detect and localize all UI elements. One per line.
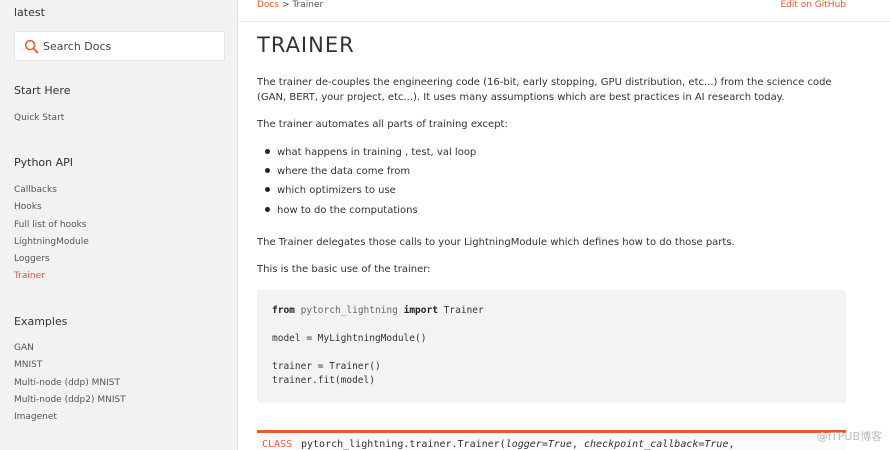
edit-on-github-link[interactable]: Edit on GitHub (780, 0, 846, 10)
divider (237, 21, 890, 22)
intro-paragraph: The trainer de-couples the engineering c… (257, 77, 832, 103)
sidebar-item-full-list-of-hooks[interactable]: Full list of hooks (14, 220, 86, 230)
code-line-fit: trainer.fit(model) (272, 375, 375, 386)
list-item: what happens in training , test, val loo… (265, 147, 476, 158)
basic-use-paragraph: This is the basic use of the trainer: (257, 264, 431, 275)
class-label: CLASS (262, 439, 293, 450)
sidebar-item-multi-node-ddp2-mnist[interactable]: Multi-node (ddp2) MNIST (14, 395, 126, 405)
list-item: which optimizers to use (265, 185, 396, 196)
page-title: TRAINER (257, 33, 355, 57)
breadcrumb-separator: > (281, 0, 290, 10)
sidebar-item-gan[interactable]: GAN (14, 343, 34, 353)
version-label[interactable]: latest (14, 6, 45, 19)
search-input[interactable]: Search Docs (43, 40, 111, 53)
section-examples: Examples (14, 315, 68, 328)
class-signature: CLASS pytorch_lightning.trainer.Trainer(… (257, 430, 846, 450)
sidebar-item-imagenet[interactable]: Imagenet (14, 412, 57, 422)
sidebar-item-callbacks[interactable]: Callbacks (14, 185, 57, 195)
bullet-icon (265, 167, 270, 173)
code-line-trainer: trainer = Trainer() (272, 361, 381, 372)
bullet-icon (265, 206, 270, 212)
code-line-import: from pytorch_lightning import Trainer (272, 305, 484, 316)
sidebar-item-hooks[interactable]: Hooks (14, 202, 42, 212)
section-start-here: Start Here (14, 84, 71, 97)
code-line-model: model = MyLightningModule() (272, 333, 427, 344)
breadcrumb-current: Trainer (292, 0, 324, 10)
list-item: how to do the computations (265, 205, 418, 216)
search-box[interactable]: Search Docs (14, 31, 225, 61)
sidebar-item-loggers[interactable]: Loggers (14, 254, 50, 264)
code-block[interactable]: from pytorch_lightning import Trainer mo… (257, 290, 846, 403)
sidebar-item-quick-start[interactable]: Quick Start (14, 113, 64, 123)
class-signature-text: pytorch_lightning.trainer.Trainer(logger… (301, 439, 735, 450)
section-python-api: Python API (14, 156, 74, 169)
sidebar-item-multi-node-ddp-mnist[interactable]: Multi-node (ddp) MNIST (14, 378, 120, 388)
sidebar: latest Search Docs Start Here Quick Star… (0, 0, 238, 450)
bullet-icon (265, 186, 270, 192)
search-icon (24, 39, 39, 54)
sidebar-item-lightningmodule[interactable]: LightningModule (14, 237, 89, 247)
sidebar-item-trainer[interactable]: Trainer (14, 271, 45, 281)
breadcrumb-docs-link[interactable]: Docs (257, 0, 279, 10)
automates-paragraph: The trainer automates all parts of train… (257, 119, 508, 130)
list-item: where the data come from (265, 166, 410, 177)
breadcrumb: Docs > Trainer (257, 0, 323, 10)
delegates-paragraph: The Trainer delegates those calls to you… (257, 237, 735, 248)
bullet-icon (265, 148, 270, 154)
watermark: @ITPUB博客 (816, 430, 882, 443)
sidebar-item-mnist[interactable]: MNIST (14, 360, 42, 370)
